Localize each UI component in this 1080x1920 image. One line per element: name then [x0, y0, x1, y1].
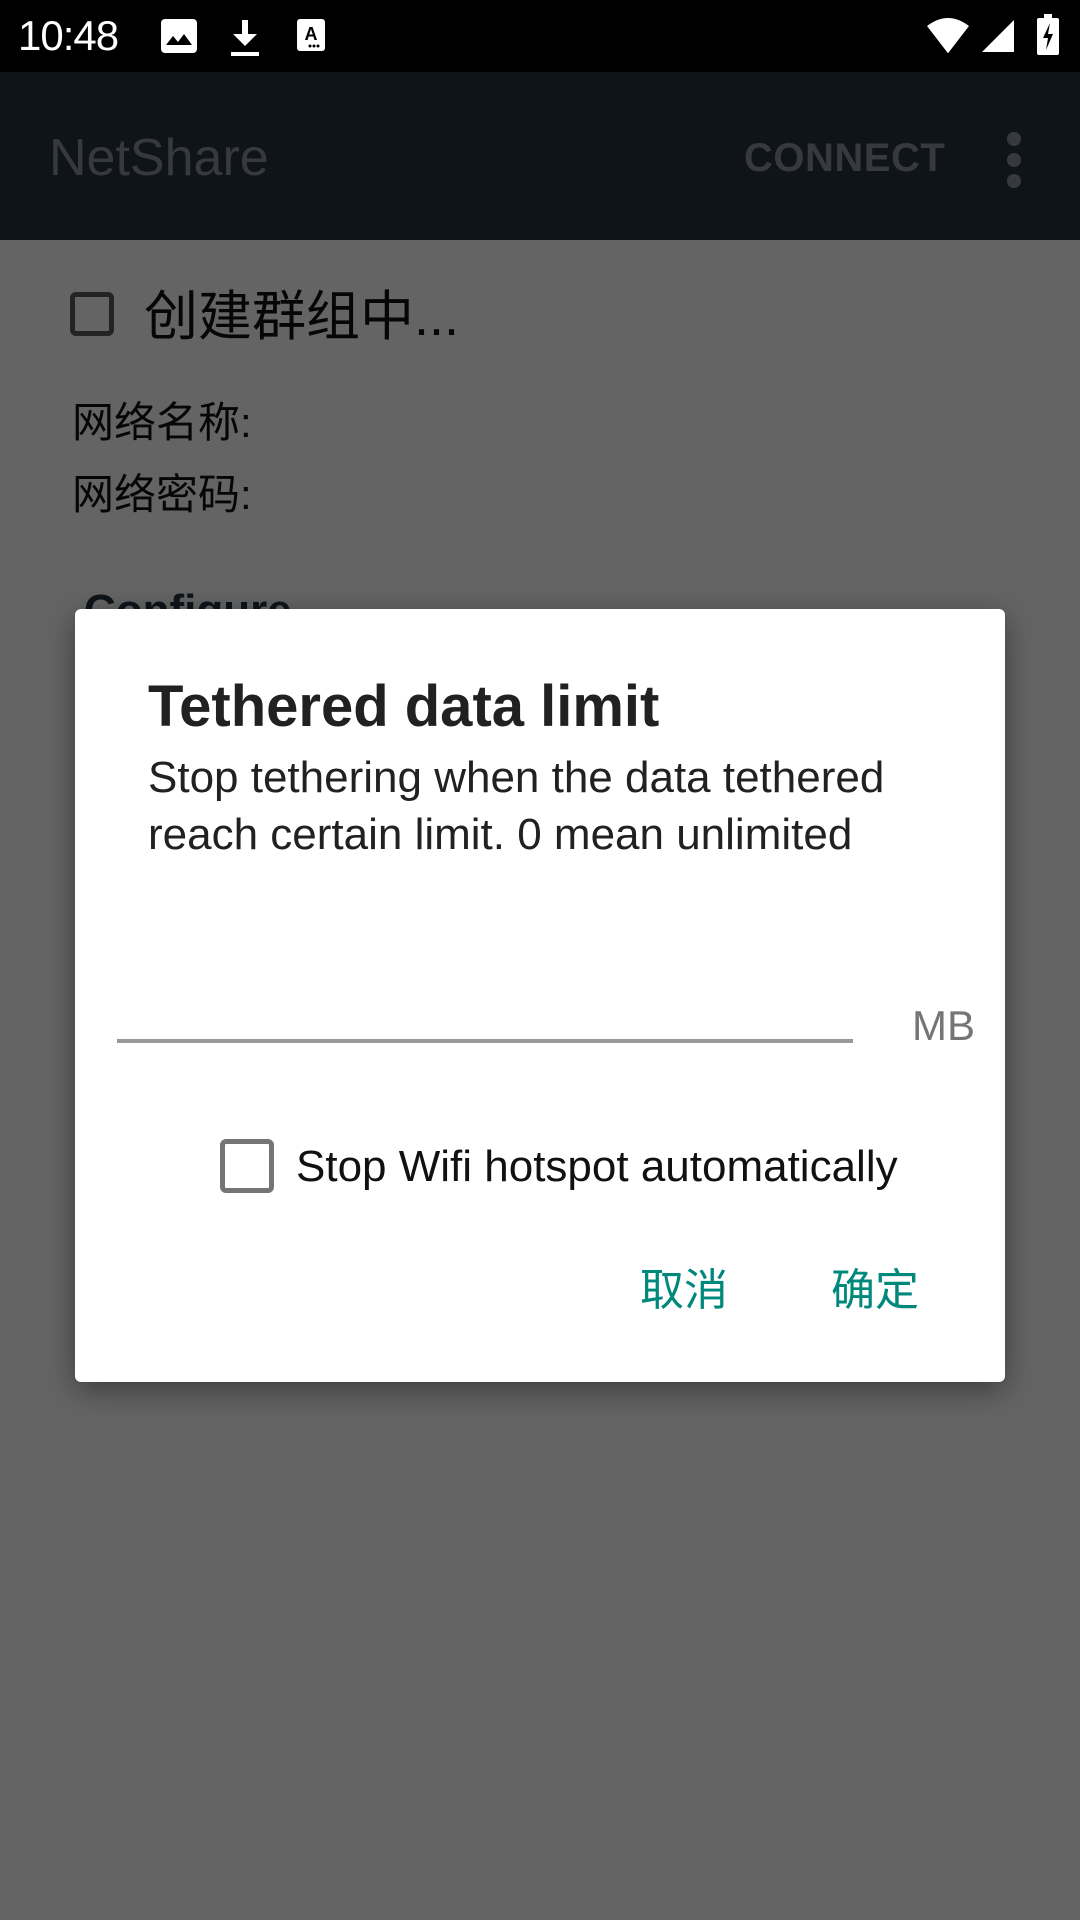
- dialog-title: Tethered data limit: [148, 674, 660, 739]
- image-icon: [161, 19, 197, 53]
- stop-hotspot-label: Stop Wifi hotspot automatically: [296, 1142, 898, 1191]
- stop-hotspot-checkbox[interactable]: [220, 1139, 274, 1193]
- wifi-icon: [927, 18, 969, 53]
- svg-text:A: A: [305, 24, 318, 44]
- cellular-signal-icon: [982, 20, 1014, 52]
- unit-label: MB: [912, 1002, 975, 1049]
- dialog-message: Stop tethering when the data tethered re…: [148, 753, 885, 859]
- ok-button[interactable]: 确定: [831, 1264, 919, 1318]
- accessibility-a-icon: A: [297, 19, 325, 51]
- status-bar: 10:48 A: [0, 0, 1080, 72]
- cancel-button[interactable]: 取消: [640, 1264, 728, 1318]
- battery-charging-icon: [1037, 14, 1059, 55]
- status-time: 10:48: [18, 12, 119, 59]
- download-icon: [231, 20, 259, 56]
- data-limit-dialog: Tethered data limit Stop tethering when …: [75, 609, 1005, 1382]
- data-limit-input[interactable]: [117, 959, 853, 1043]
